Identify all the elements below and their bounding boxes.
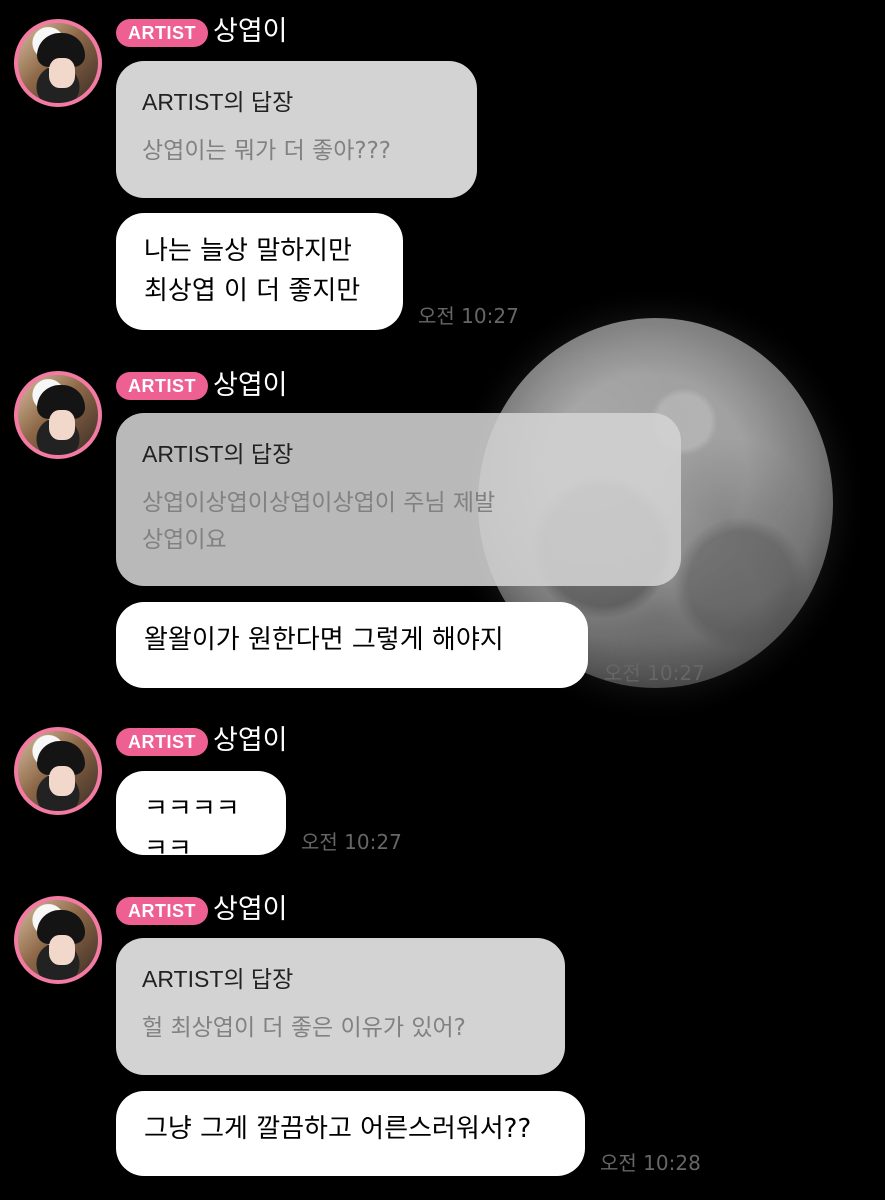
reply-text: 상엽이는 뭐가 더 좋아???: [142, 138, 391, 164]
reply-text: 헐 최상엽이 더 좋은 이유가 있어?: [142, 1015, 466, 1041]
sender-name: 상엽이: [213, 370, 288, 401]
sender-name: 상엽이: [213, 725, 288, 756]
avatar[interactable]: [14, 896, 102, 984]
message-time: 오전 10:27: [604, 661, 705, 685]
message-bubble: 그냥 그게 깔끔하고 어른스러워서??: [116, 1091, 585, 1176]
reply-title: ARTIST의 답장: [142, 966, 294, 992]
message-time: 오전 10:27: [418, 304, 519, 328]
avatar[interactable]: [14, 727, 102, 815]
reply-title: ARTIST의 답장: [142, 441, 294, 467]
artist-badge: ARTIST: [116, 372, 208, 400]
sender-name: 상엽이: [213, 894, 288, 925]
message-bubble: 왈왈이가 원한다면 그렇게 해야지: [116, 602, 588, 688]
artist-badge: ARTIST: [116, 19, 208, 47]
artist-reply-card: ARTIST의 답장 상엽이상엽이상엽이상엽이 주님 제발 상엽이요: [116, 413, 681, 586]
message-time: 오전 10:27: [301, 830, 402, 854]
message-bubble: 나는 늘상 말하지만 최상엽 이 더 좋지만: [116, 213, 403, 330]
reply-text: 상엽이상엽이상엽이상엽이 주님 제발 상엽이요: [142, 490, 496, 553]
message-time: 오전 10:28: [600, 1151, 701, 1175]
artist-badge: ARTIST: [116, 728, 208, 756]
artist-reply-card: ARTIST의 답장 헐 최상엽이 더 좋은 이유가 있어?: [116, 938, 565, 1075]
sender-name: 상엽이: [213, 16, 288, 47]
message-bubble: ㅋㅋㅋㅋㅋㅋ: [116, 771, 286, 864]
artist-badge: ARTIST: [116, 897, 208, 925]
artist-reply-card: ARTIST의 답장 상엽이는 뭐가 더 좋아???: [116, 61, 477, 198]
reply-title: ARTIST의 답장: [142, 89, 294, 115]
avatar[interactable]: [14, 19, 102, 107]
avatar[interactable]: [14, 371, 102, 459]
